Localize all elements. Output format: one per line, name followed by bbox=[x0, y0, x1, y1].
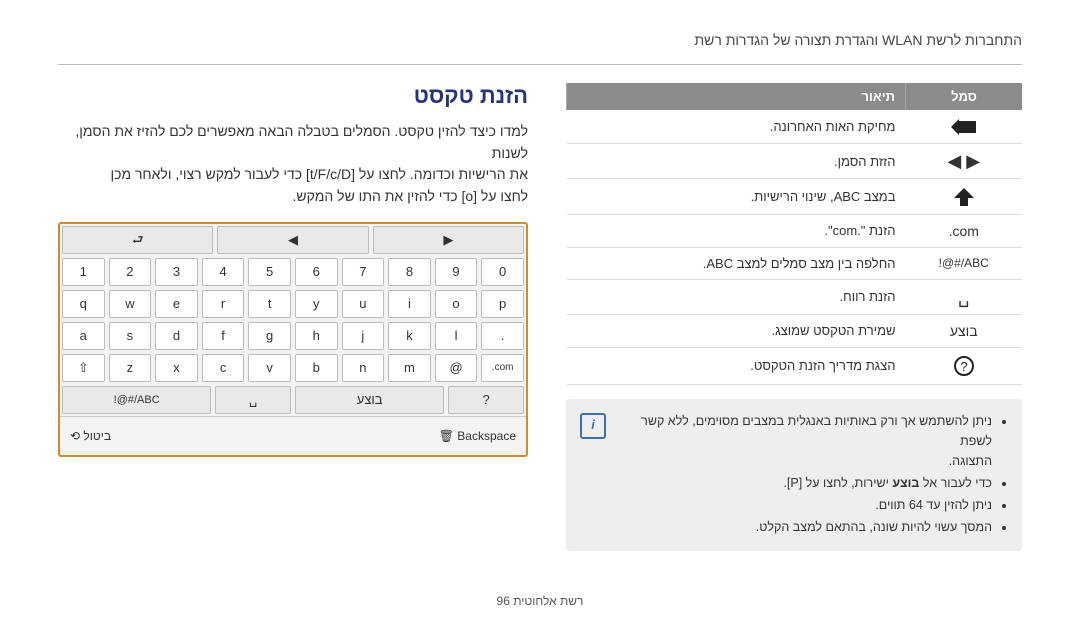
symbols-table: סמל תיאור מחיקת האות האחרונה. ◀ ▶ הזזת ה… bbox=[566, 83, 1022, 385]
kb-key[interactable]: w bbox=[109, 290, 152, 318]
kb-key[interactable]: m bbox=[388, 354, 431, 382]
kb-key-com[interactable]: .com bbox=[481, 354, 524, 382]
kb-key[interactable]: b bbox=[295, 354, 338, 382]
kb-key[interactable]: o bbox=[435, 290, 478, 318]
kb-done[interactable]: בוצע bbox=[295, 386, 444, 414]
kb-key[interactable]: r bbox=[202, 290, 245, 318]
info-icon: i bbox=[580, 413, 606, 439]
table-row: מחיקת האות האחרונה. bbox=[567, 110, 1023, 144]
note-item: ניתן להשתמש אך ורק באותיות באנגלית במצבי… bbox=[612, 411, 992, 471]
note-box: i ניתן להשתמש אך ורק באותיות באנגלית במצ… bbox=[566, 399, 1022, 551]
kb-key[interactable]: n bbox=[342, 354, 385, 382]
kb-key[interactable]: g bbox=[248, 322, 291, 350]
kb-left-icon[interactable]: ◀ bbox=[217, 226, 368, 254]
kb-key[interactable]: x bbox=[155, 354, 198, 382]
kb-key[interactable]: 1 bbox=[62, 258, 105, 286]
kb-key[interactable]: 3 bbox=[155, 258, 198, 286]
kb-row3: a s d f g h j k l . bbox=[60, 320, 526, 352]
com-label: .com bbox=[906, 214, 1023, 247]
kb-row4: ⇧ z x c v b n m @ .com bbox=[60, 352, 526, 384]
kb-key[interactable]: d bbox=[155, 322, 198, 350]
left-right-arrows-icon: ◀ ▶ bbox=[906, 144, 1023, 179]
header-rule bbox=[58, 64, 1022, 65]
kb-key[interactable]: 6 bbox=[295, 258, 338, 286]
table-row: !@#/ABC החלפה בין מצב סמלים למצב ABC. bbox=[567, 247, 1023, 279]
kb-key[interactable]: 2 bbox=[109, 258, 152, 286]
abc-symbol-label: !@#/ABC bbox=[906, 247, 1023, 279]
note-item: כדי לעבור אל בוצע ישירות, לחצו על [P]. bbox=[612, 473, 992, 493]
kb-key[interactable]: @ bbox=[435, 354, 478, 382]
kb-key[interactable]: 7 bbox=[342, 258, 385, 286]
kb-back-icon[interactable]: ⮐ bbox=[62, 226, 213, 254]
kb-key[interactable]: t bbox=[248, 290, 291, 318]
note-item: המסך עשוי להיות שונה, בהתאם למצב הקלט. bbox=[612, 517, 992, 537]
kb-key[interactable]: 4 bbox=[202, 258, 245, 286]
kb-key[interactable]: j bbox=[342, 322, 385, 350]
help-icon: ? bbox=[906, 347, 1023, 384]
kb-key[interactable]: c bbox=[202, 354, 245, 382]
kb-key[interactable]: e bbox=[155, 290, 198, 318]
kb-mode-toggle[interactable]: !@#/ABC bbox=[62, 386, 211, 414]
kb-key[interactable]: y bbox=[295, 290, 338, 318]
th-symbol: סמל bbox=[906, 83, 1023, 110]
kb-right-icon[interactable]: ▶ bbox=[373, 226, 524, 254]
intro-text: למדו כיצד להזין טקסט. הסמלים בטבלה הבאה … bbox=[58, 121, 528, 208]
svg-text:?: ? bbox=[960, 359, 967, 374]
done-label: בוצע bbox=[906, 314, 1023, 347]
kb-key[interactable]: v bbox=[248, 354, 291, 382]
shift-up-icon bbox=[906, 179, 1023, 214]
kb-row1: 1 2 3 4 5 6 7 8 9 0 bbox=[60, 256, 526, 288]
kb-key[interactable]: 8 bbox=[388, 258, 431, 286]
kb-key[interactable]: s bbox=[109, 322, 152, 350]
back-arrow-icon bbox=[906, 110, 1023, 144]
kb-key[interactable]: k bbox=[388, 322, 431, 350]
kb-nav-row: ⮐ ◀ ▶ bbox=[60, 224, 526, 256]
table-row: במצב ABC, שינוי הרישיות. bbox=[567, 179, 1023, 214]
kb-cancel[interactable]: ⟲ ביטול bbox=[62, 423, 291, 449]
kb-bottom-row: ⟲ ביטול 🗑 Backspace bbox=[60, 416, 526, 455]
space-icon: ␣ bbox=[906, 279, 1023, 314]
page-footer: רשת אלחוטית 96 bbox=[0, 594, 1080, 608]
th-desc: תיאור bbox=[567, 83, 906, 110]
kb-key[interactable]: z bbox=[109, 354, 152, 382]
page-header: התחברות לרשת WLAN והגדרת תצורה של הגדרות… bbox=[58, 32, 1022, 54]
kb-key[interactable]: 9 bbox=[435, 258, 478, 286]
kb-key[interactable]: h bbox=[295, 322, 338, 350]
kb-space[interactable]: ␣ bbox=[215, 386, 291, 414]
kb-backspace[interactable]: 🗑 Backspace bbox=[295, 423, 524, 449]
note-item: ניתן להזין עד 64 תווים. bbox=[612, 495, 992, 515]
table-row: ◀ ▶ הזזת הסמן. bbox=[567, 144, 1023, 179]
kb-key[interactable]: . bbox=[481, 322, 524, 350]
kb-key[interactable]: a bbox=[62, 322, 105, 350]
kb-key[interactable]: f bbox=[202, 322, 245, 350]
shift-icon[interactable]: ⇧ bbox=[62, 354, 105, 382]
kb-key[interactable]: q bbox=[62, 290, 105, 318]
section-title: הזנת טקסט bbox=[58, 83, 528, 109]
table-row: ␣ הזנת רווח. bbox=[567, 279, 1023, 314]
kb-help-icon[interactable]: ? bbox=[448, 386, 524, 414]
kb-key[interactable]: p bbox=[481, 290, 524, 318]
kb-row2: q w e r t y u i o p bbox=[60, 288, 526, 320]
kb-func-row: !@#/ABC ␣ בוצע ? bbox=[60, 384, 526, 416]
onscreen-keyboard[interactable]: ⮐ ◀ ▶ 1 2 3 4 5 6 7 8 9 0 q bbox=[58, 222, 528, 457]
kb-key[interactable]: 5 bbox=[248, 258, 291, 286]
table-row: בוצע שמירת הטקסט שמוצג. bbox=[567, 314, 1023, 347]
kb-key[interactable]: i bbox=[388, 290, 431, 318]
table-row: ? הצגת מדריך הזנת הטקסט. bbox=[567, 347, 1023, 384]
kb-key[interactable]: 0 bbox=[481, 258, 524, 286]
kb-key[interactable]: u bbox=[342, 290, 385, 318]
table-row: .com הזנת ".com". bbox=[567, 214, 1023, 247]
kb-key[interactable]: l bbox=[435, 322, 478, 350]
